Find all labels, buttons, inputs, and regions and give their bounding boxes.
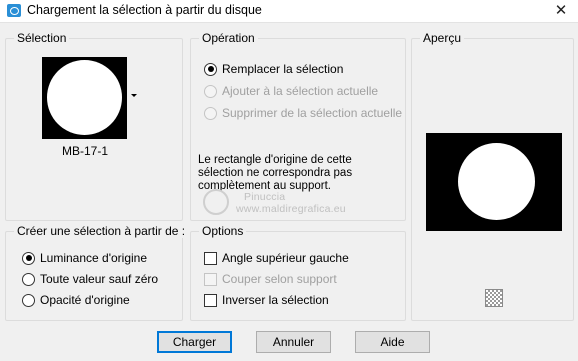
- operation-option-label: Supprimer de la sélection actuelle: [222, 106, 403, 120]
- radio-button[interactable]: [204, 106, 217, 120]
- options-legend: Options: [199, 224, 247, 238]
- selection-load-icon: [7, 4, 21, 17]
- create-radio-luminance[interactable]: Luminance d'origine: [22, 251, 147, 265]
- operation-radio-add[interactable]: Ajouter à la sélection actuelle: [204, 84, 378, 98]
- chevron-down-icon[interactable]: [131, 94, 137, 97]
- radio-button[interactable]: [22, 272, 35, 286]
- create-option-label: Toute valeur sauf zéro: [40, 272, 159, 286]
- operation-option-label: Remplacer la sélection: [222, 62, 344, 76]
- selection-disc-shape: [47, 60, 122, 135]
- title-bar: Chargement la sélection à partir du disq…: [0, 0, 578, 23]
- radio-button-checked[interactable]: [22, 251, 35, 265]
- option-invert-selection[interactable]: Inverser la sélection: [204, 293, 329, 307]
- create-from-legend: Créer une sélection à partir de :: [14, 224, 189, 238]
- watermark-line2: www.maldiregrafica.eu: [236, 203, 346, 215]
- selection-file-name: MB-17-1: [62, 144, 109, 158]
- close-icon[interactable]: ✕: [544, 0, 578, 22]
- load-button[interactable]: Charger: [157, 331, 232, 353]
- option-label: Angle supérieur gauche: [222, 251, 349, 265]
- operation-radio-remove[interactable]: Supprimer de la sélection actuelle: [204, 106, 402, 120]
- operation-legend: Opération: [199, 31, 258, 45]
- preview-legend: Aperçu: [420, 31, 465, 45]
- window-title: Chargement la sélection à partir du disq…: [27, 3, 262, 17]
- checkbox[interactable]: [204, 272, 217, 286]
- radio-button[interactable]: [22, 293, 35, 307]
- option-top-left-corner[interactable]: Angle supérieur gauche: [204, 251, 349, 265]
- option-label: Couper selon support: [222, 272, 337, 286]
- watermark-logo-icon: [203, 189, 229, 215]
- option-label: Inverser la sélection: [222, 293, 329, 307]
- watermark-line1: Pinuccia: [244, 191, 286, 203]
- watermark: Pinuccia www.maldiregrafica.eu: [236, 191, 346, 215]
- create-radio-nonzero[interactable]: Toute valeur sauf zéro: [22, 272, 158, 286]
- selection-file-thumbnail[interactable]: [42, 57, 127, 139]
- create-option-label: Opacité d'origine: [40, 293, 130, 307]
- radio-button-checked[interactable]: [204, 62, 217, 76]
- checkbox[interactable]: [204, 293, 217, 307]
- create-option-label: Luminance d'origine: [40, 251, 148, 265]
- cancel-button[interactable]: Annuler: [256, 331, 331, 353]
- option-crop-to-canvas[interactable]: Couper selon support: [204, 272, 337, 286]
- create-radio-opacity[interactable]: Opacité d'origine: [22, 293, 130, 307]
- selection-legend: Sélection: [14, 31, 70, 45]
- operation-radio-replace[interactable]: Remplacer la sélection: [204, 62, 343, 76]
- preview-image: [426, 133, 562, 231]
- checkbox[interactable]: [204, 251, 217, 265]
- operation-option-label: Ajouter à la sélection actuelle: [222, 84, 379, 98]
- checkerboard-icon[interactable]: [485, 289, 503, 307]
- operation-notice: Le rectangle d'origine de cette sélectio…: [198, 154, 353, 192]
- preview-disc-shape: [458, 143, 535, 220]
- radio-button[interactable]: [204, 84, 217, 98]
- help-button[interactable]: Aide: [355, 331, 430, 353]
